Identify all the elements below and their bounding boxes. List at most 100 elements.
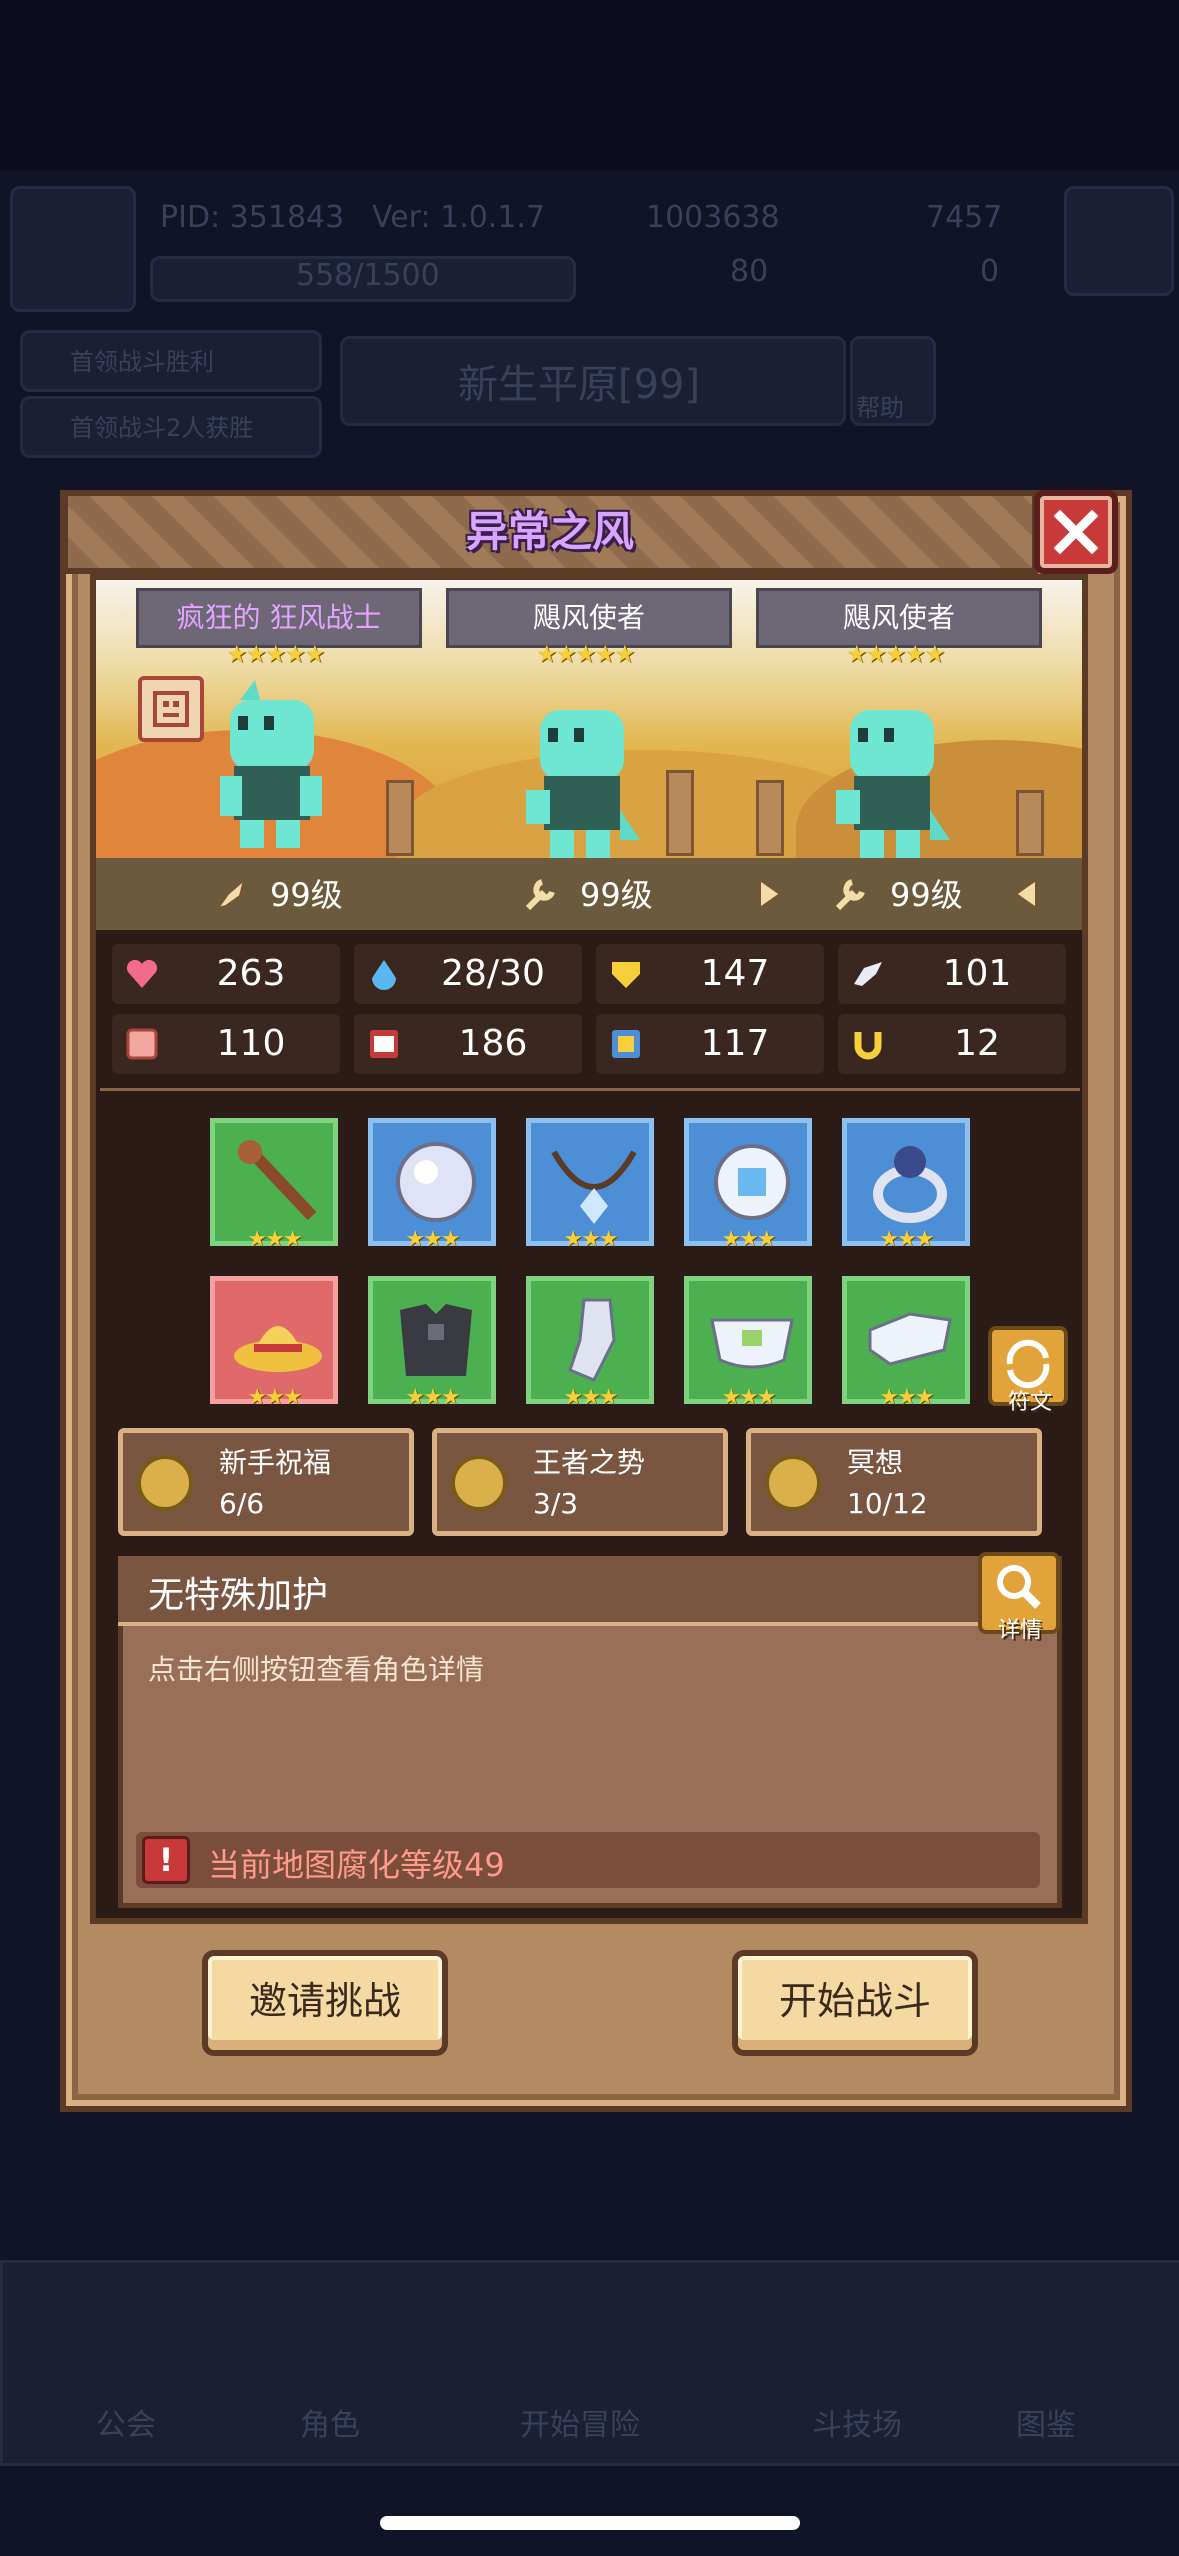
pid-label: PID: 351843 — [160, 200, 345, 235]
equip-slot-ring[interactable]: ★★★ — [838, 1114, 974, 1252]
character-stars-3: ★★★★★ — [846, 640, 946, 668]
straw-hat-icon — [234, 1326, 322, 1372]
stat-value: 147 — [700, 953, 770, 994]
wing-icon — [854, 962, 882, 986]
fist-icon — [126, 1028, 158, 1060]
equip-slot-gloves[interactable]: ★★★ — [522, 1272, 658, 1410]
equip-slot-staff[interactable]: ★★★ — [206, 1114, 342, 1252]
start-battle-button[interactable]: 开始战斗 — [732, 1950, 978, 2056]
close-button[interactable] — [1034, 490, 1118, 574]
equip-stars: ★★★ — [247, 1227, 302, 1252]
help-label: 帮助 — [856, 394, 904, 422]
version-label: Ver: 1.0.1.7 — [372, 200, 546, 235]
buff-card-1[interactable]: 新手祝福 6/6 — [118, 1428, 414, 1536]
gold-count: 1003638 — [646, 200, 780, 235]
stat-magic: 186 — [354, 1014, 582, 1074]
equip-stars: ★★★ — [879, 1385, 934, 1410]
corruption-warning: 当前地图腐化等级49 — [208, 1846, 505, 1884]
stat-speed: 101 — [838, 944, 1066, 1004]
arrow-left-icon[interactable] — [752, 876, 788, 912]
buff-card-2[interactable]: 王者之势 3/3 — [432, 1428, 728, 1536]
invite-challenge-button[interactable]: 邀请挑战 — [202, 1950, 448, 2056]
heart-icon — [126, 959, 158, 988]
staff-icon — [238, 1140, 317, 1221]
equip-slot-hat[interactable]: ★★★ — [206, 1272, 342, 1410]
mana-drop-icon — [372, 960, 396, 990]
nav-adventure[interactable]: 开始冒险 — [520, 2400, 640, 2444]
equip-slot-boots[interactable]: ★★★ — [838, 1272, 974, 1410]
meditation-coin-icon — [765, 1455, 821, 1511]
wing-level-icon — [215, 877, 246, 910]
equip-slot-armor[interactable]: ★★★ — [364, 1272, 500, 1410]
dialog-title: 异常之风 — [465, 507, 634, 556]
equip-stars: ★★★ — [405, 1385, 460, 1410]
key-count: 0 — [980, 254, 1000, 289]
hero-sprite-1 — [220, 680, 322, 848]
fence-post — [1016, 790, 1044, 856]
nav-codex[interactable]: 图鉴 — [1016, 2400, 1076, 2444]
exp-text: 558/1500 — [296, 258, 440, 293]
protection-hint: 点击右侧按钮查看角色详情 — [148, 1653, 485, 1686]
character-level-2: 99级 — [580, 876, 653, 914]
hero-sprite-3 — [836, 710, 950, 858]
info-button[interactable] — [138, 676, 204, 742]
equip-stars: ★★★ — [405, 1227, 460, 1252]
detail-label: 详情 — [997, 1618, 1042, 1643]
character-name-2: 飓风使者 — [446, 588, 732, 648]
stat-value: 186 — [458, 1023, 528, 1064]
quest-text-2: 首领战斗2人获胜 — [70, 414, 254, 442]
arrow-right-icon[interactable] — [1008, 876, 1044, 912]
equip-stars: ★★★ — [721, 1385, 776, 1410]
settings-button[interactable] — [1064, 186, 1174, 296]
gem-amulet-icon — [714, 1144, 790, 1220]
belt-icon — [710, 1318, 794, 1369]
protection-title: 无特殊加护 — [148, 1575, 329, 1616]
fence-post — [666, 770, 694, 856]
stat-resist: 117 — [596, 1014, 824, 1074]
wrench-level-icon — [835, 879, 865, 911]
equip-slot-belt[interactable]: ★★★ — [680, 1272, 816, 1410]
nav-character[interactable]: 角色 — [300, 2400, 360, 2444]
quest-text-1: 首领战斗胜利 — [70, 348, 214, 376]
gauntlet-icon — [568, 1298, 616, 1382]
avatar — [10, 186, 136, 312]
equip-slot-necklace[interactable]: ★★★ — [522, 1114, 658, 1252]
equip-slot-orb[interactable]: ★★★ — [364, 1114, 500, 1252]
dark-armor-icon — [400, 1304, 472, 1376]
wrench-level-icon — [525, 879, 555, 911]
equip-stars: ★★★ — [879, 1227, 934, 1252]
character-level-3: 99级 — [890, 876, 963, 914]
character-info-icon — [153, 691, 189, 727]
crown-coin-icon — [451, 1455, 507, 1511]
ring-icon — [873, 1146, 947, 1223]
buff-name: 冥想 — [847, 1446, 904, 1479]
equip-slot-amulet[interactable]: ★★★ — [680, 1114, 816, 1252]
spellbook-icon — [370, 1030, 398, 1058]
equip-stars: ★★★ — [721, 1227, 776, 1252]
character-level-1: 99级 — [270, 876, 343, 914]
buff-name: 王者之势 — [533, 1446, 646, 1479]
stat-mana: 28/30 — [354, 944, 582, 1004]
buff-count: 6/6 — [219, 1487, 265, 1520]
stat-value: 12 — [954, 1023, 1000, 1064]
character-stars-1: ★★★★★ — [226, 640, 326, 668]
home-indicator[interactable] — [380, 2516, 800, 2530]
stat-luck: 12 — [838, 1014, 1066, 1074]
buff-card-3[interactable]: 冥想 10/12 — [746, 1428, 1042, 1536]
stat-hp: 263 — [112, 944, 340, 1004]
rune-label: 符文 — [1007, 1390, 1052, 1415]
map-name: 新生平原[99] — [458, 362, 701, 408]
close-icon — [1054, 510, 1098, 554]
stat-value: 110 — [216, 1023, 286, 1064]
stat-value: 117 — [700, 1023, 770, 1064]
nav-arena[interactable]: 斗技场 — [812, 2400, 902, 2444]
scroll-icon — [612, 1030, 640, 1058]
stat-value: 263 — [216, 953, 286, 994]
title-bar: 异常之风 — [62, 490, 1038, 574]
horseshoe-icon — [854, 1032, 882, 1060]
fence-post — [386, 780, 414, 856]
nav-guild[interactable]: 公会 — [96, 2400, 156, 2444]
buff-count: 3/3 — [533, 1487, 579, 1520]
orb-icon — [396, 1142, 476, 1222]
shield-icon — [612, 962, 640, 988]
